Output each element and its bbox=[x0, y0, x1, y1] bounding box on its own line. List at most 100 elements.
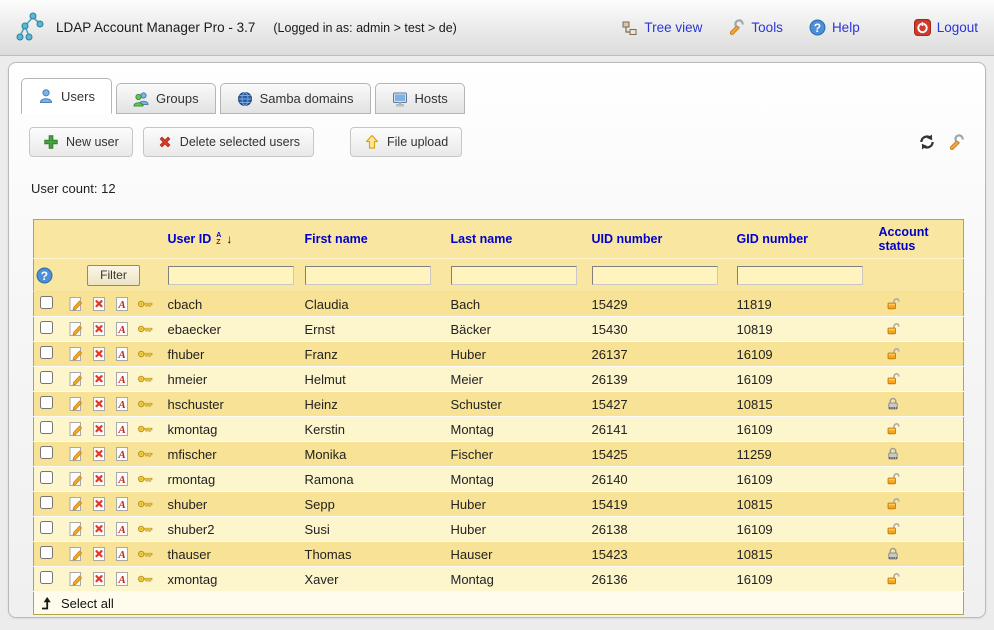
delete-selected-users-button[interactable]: Delete selected users bbox=[143, 127, 314, 157]
delete-user-icon[interactable] bbox=[91, 396, 107, 412]
tab-groups[interactable]: Groups bbox=[116, 83, 216, 114]
filter-button[interactable]: Filter bbox=[87, 265, 140, 286]
tree-view-link[interactable]: Tree view bbox=[622, 20, 702, 36]
edit-user-icon[interactable] bbox=[68, 496, 84, 512]
filter-input-last-name[interactable] bbox=[451, 266, 577, 285]
row-checkbox[interactable] bbox=[40, 496, 53, 509]
column-header-uid-number[interactable]: UID number bbox=[590, 220, 735, 259]
help-link[interactable]: ? Help bbox=[809, 19, 860, 36]
table-row[interactable]: A mfischer Monika Fischer 15425 11259 bbox=[34, 442, 964, 467]
edit-user-icon[interactable] bbox=[68, 446, 84, 462]
row-checkbox[interactable] bbox=[40, 346, 53, 359]
settings-wrench-icon[interactable] bbox=[948, 134, 965, 151]
change-password-key-icon[interactable] bbox=[137, 521, 154, 537]
edit-user-icon[interactable] bbox=[68, 371, 84, 387]
edit-user-icon[interactable] bbox=[68, 421, 84, 437]
column-header-account-status[interactable]: Account status bbox=[877, 220, 964, 259]
pdf-export-icon[interactable]: A bbox=[114, 571, 130, 587]
pdf-export-icon[interactable]: A bbox=[114, 346, 130, 362]
edit-user-icon[interactable] bbox=[68, 396, 84, 412]
change-password-key-icon[interactable] bbox=[137, 446, 154, 462]
change-password-key-icon[interactable] bbox=[137, 471, 154, 487]
delete-user-icon[interactable] bbox=[91, 321, 107, 337]
pdf-export-icon[interactable]: A bbox=[114, 496, 130, 512]
row-checkbox[interactable] bbox=[40, 321, 53, 334]
pdf-export-icon[interactable]: A bbox=[114, 521, 130, 537]
edit-user-icon[interactable] bbox=[68, 546, 84, 562]
change-password-key-icon[interactable] bbox=[137, 321, 154, 337]
table-row[interactable]: A fhuber Franz Huber 26137 16109 bbox=[34, 342, 964, 367]
change-password-key-icon[interactable] bbox=[137, 571, 154, 587]
delete-user-icon[interactable] bbox=[91, 571, 107, 587]
refresh-icon[interactable] bbox=[918, 133, 936, 151]
delete-user-icon[interactable] bbox=[91, 521, 107, 537]
table-row[interactable]: A shuber2 Susi Huber 26138 16109 bbox=[34, 517, 964, 542]
table-row[interactable]: A hmeier Helmut Meier 26139 16109 bbox=[34, 367, 964, 392]
logout-link[interactable]: Logout bbox=[914, 19, 978, 36]
table-row[interactable]: A ebaecker Ernst Bäcker 15430 10819 bbox=[34, 317, 964, 342]
pdf-export-icon[interactable]: A bbox=[114, 321, 130, 337]
pdf-export-icon[interactable]: A bbox=[114, 296, 130, 312]
filter-input-first-name[interactable] bbox=[305, 266, 431, 285]
delete-user-icon[interactable] bbox=[91, 446, 107, 462]
row-checkbox[interactable] bbox=[40, 521, 53, 534]
delete-user-icon[interactable] bbox=[91, 346, 107, 362]
edit-user-icon[interactable] bbox=[68, 346, 84, 362]
row-checkbox[interactable] bbox=[40, 296, 53, 309]
new-user-button[interactable]: New user bbox=[29, 127, 133, 157]
column-header-last-name[interactable]: Last name bbox=[449, 220, 590, 259]
delete-user-icon[interactable] bbox=[91, 546, 107, 562]
change-password-key-icon[interactable] bbox=[137, 546, 154, 562]
delete-user-icon[interactable] bbox=[91, 471, 107, 487]
column-header-gid-number[interactable]: GID number bbox=[735, 220, 877, 259]
row-checkbox[interactable] bbox=[40, 371, 53, 384]
row-checkbox[interactable] bbox=[40, 546, 53, 559]
pdf-export-icon[interactable]: A bbox=[114, 396, 130, 412]
table-row[interactable]: A hschuster Heinz Schuster 15427 10815 bbox=[34, 392, 964, 417]
tools-link[interactable]: Tools bbox=[728, 19, 783, 36]
filter-input-user-id[interactable] bbox=[168, 266, 294, 285]
edit-user-icon[interactable] bbox=[68, 521, 84, 537]
pdf-export-icon[interactable]: A bbox=[114, 546, 130, 562]
pdf-export-icon[interactable]: A bbox=[114, 446, 130, 462]
delete-user-icon[interactable] bbox=[91, 371, 107, 387]
tab-samba-domains[interactable]: Samba domains bbox=[220, 83, 371, 114]
row-checkbox[interactable] bbox=[40, 446, 53, 459]
delete-user-icon[interactable] bbox=[91, 421, 107, 437]
table-row[interactable]: A kmontag Kerstin Montag 26141 16109 bbox=[34, 417, 964, 442]
filter-input-uid-number[interactable] bbox=[592, 266, 718, 285]
row-checkbox[interactable] bbox=[40, 421, 53, 434]
pdf-export-icon[interactable]: A bbox=[114, 421, 130, 437]
delete-user-icon[interactable] bbox=[91, 496, 107, 512]
edit-user-icon[interactable] bbox=[68, 321, 84, 337]
row-checkbox[interactable] bbox=[40, 396, 53, 409]
change-password-key-icon[interactable] bbox=[137, 346, 154, 362]
edit-user-icon[interactable] bbox=[68, 296, 84, 312]
pdf-export-icon[interactable]: A bbox=[114, 471, 130, 487]
change-password-key-icon[interactable] bbox=[137, 421, 154, 437]
filter-input-gid-number[interactable] bbox=[737, 266, 863, 285]
row-checkbox[interactable] bbox=[40, 571, 53, 584]
change-password-key-icon[interactable] bbox=[137, 296, 154, 312]
table-row[interactable]: A xmontag Xaver Montag 26136 16109 bbox=[34, 567, 964, 592]
edit-user-icon[interactable] bbox=[68, 571, 84, 587]
change-password-key-icon[interactable] bbox=[137, 371, 154, 387]
change-password-key-icon[interactable] bbox=[137, 396, 154, 412]
column-header-user-id[interactable]: User ID AZ ↓ bbox=[166, 220, 303, 259]
edit-user-icon[interactable] bbox=[68, 471, 84, 487]
tab-users[interactable]: Users bbox=[21, 78, 112, 114]
file-upload-button[interactable]: File upload bbox=[350, 127, 462, 157]
change-password-key-icon[interactable] bbox=[137, 496, 154, 512]
filter-help-icon[interactable]: ? bbox=[36, 267, 53, 284]
row-checkbox[interactable] bbox=[40, 471, 53, 484]
table-row[interactable]: A thauser Thomas Hauser 15423 10815 bbox=[34, 542, 964, 567]
table-row[interactable]: A shuber Sepp Huber 15419 10815 bbox=[34, 492, 964, 517]
column-header-first-name[interactable]: First name bbox=[303, 220, 449, 259]
table-row[interactable]: A cbach Claudia Bach 15429 11819 bbox=[34, 292, 964, 317]
tab-hosts[interactable]: Hosts bbox=[375, 83, 465, 114]
pdf-export-icon[interactable]: A bbox=[114, 371, 130, 387]
select-all-control[interactable]: Select all bbox=[40, 596, 957, 611]
delete-user-icon[interactable] bbox=[91, 296, 107, 312]
table-row[interactable]: A rmontag Ramona Montag 26140 16109 bbox=[34, 467, 964, 492]
help-label: Help bbox=[832, 20, 860, 35]
